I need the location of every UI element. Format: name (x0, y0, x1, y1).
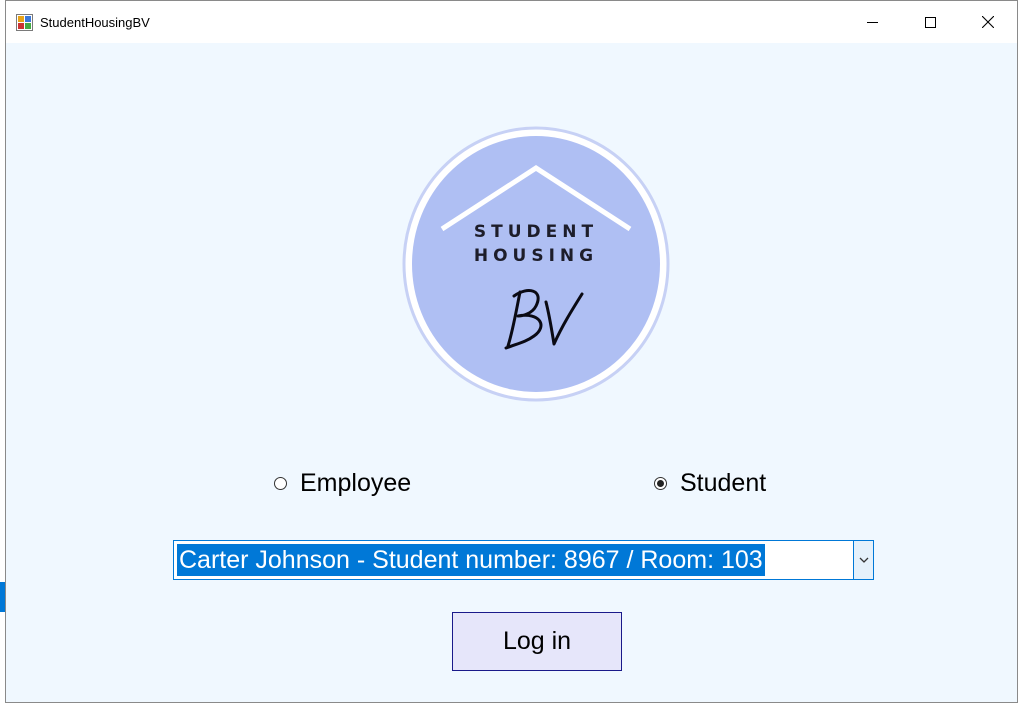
student-housing-logo: STUDENT HOUSING (402, 126, 670, 402)
logo-text-student: STUDENT (473, 222, 599, 242)
radio-employee-label[interactable]: Employee (300, 469, 411, 498)
app-icon (16, 14, 33, 31)
radio-student-circle[interactable] (654, 476, 667, 490)
radio-student[interactable]: Student (654, 467, 766, 499)
maximize-icon (924, 16, 936, 28)
window-title: StudentHousingBV (40, 15, 150, 30)
main-window: StudentHousingBV STUDENT HOUSING Employe… (5, 0, 1018, 703)
dropdown-arrow-button[interactable] (853, 541, 873, 579)
logo-text-housing: HOUSING (473, 246, 599, 266)
minimize-button[interactable] (843, 1, 901, 43)
user-select-value[interactable]: Carter Johnson - Student number: 8967 / … (177, 544, 765, 576)
user-select-dropdown[interactable]: Carter Johnson - Student number: 8967 / … (173, 540, 874, 580)
title-bar[interactable]: StudentHousingBV (6, 1, 1017, 43)
minimize-icon (866, 21, 878, 23)
radio-employee[interactable]: Employee (274, 467, 411, 499)
close-button[interactable] (959, 1, 1017, 43)
radio-employee-circle[interactable] (274, 476, 287, 490)
maximize-button[interactable] (901, 1, 959, 43)
chevron-down-icon (859, 557, 868, 563)
close-icon (982, 16, 994, 28)
radio-student-label[interactable]: Student (680, 469, 766, 498)
login-button[interactable]: Log in (452, 612, 622, 671)
